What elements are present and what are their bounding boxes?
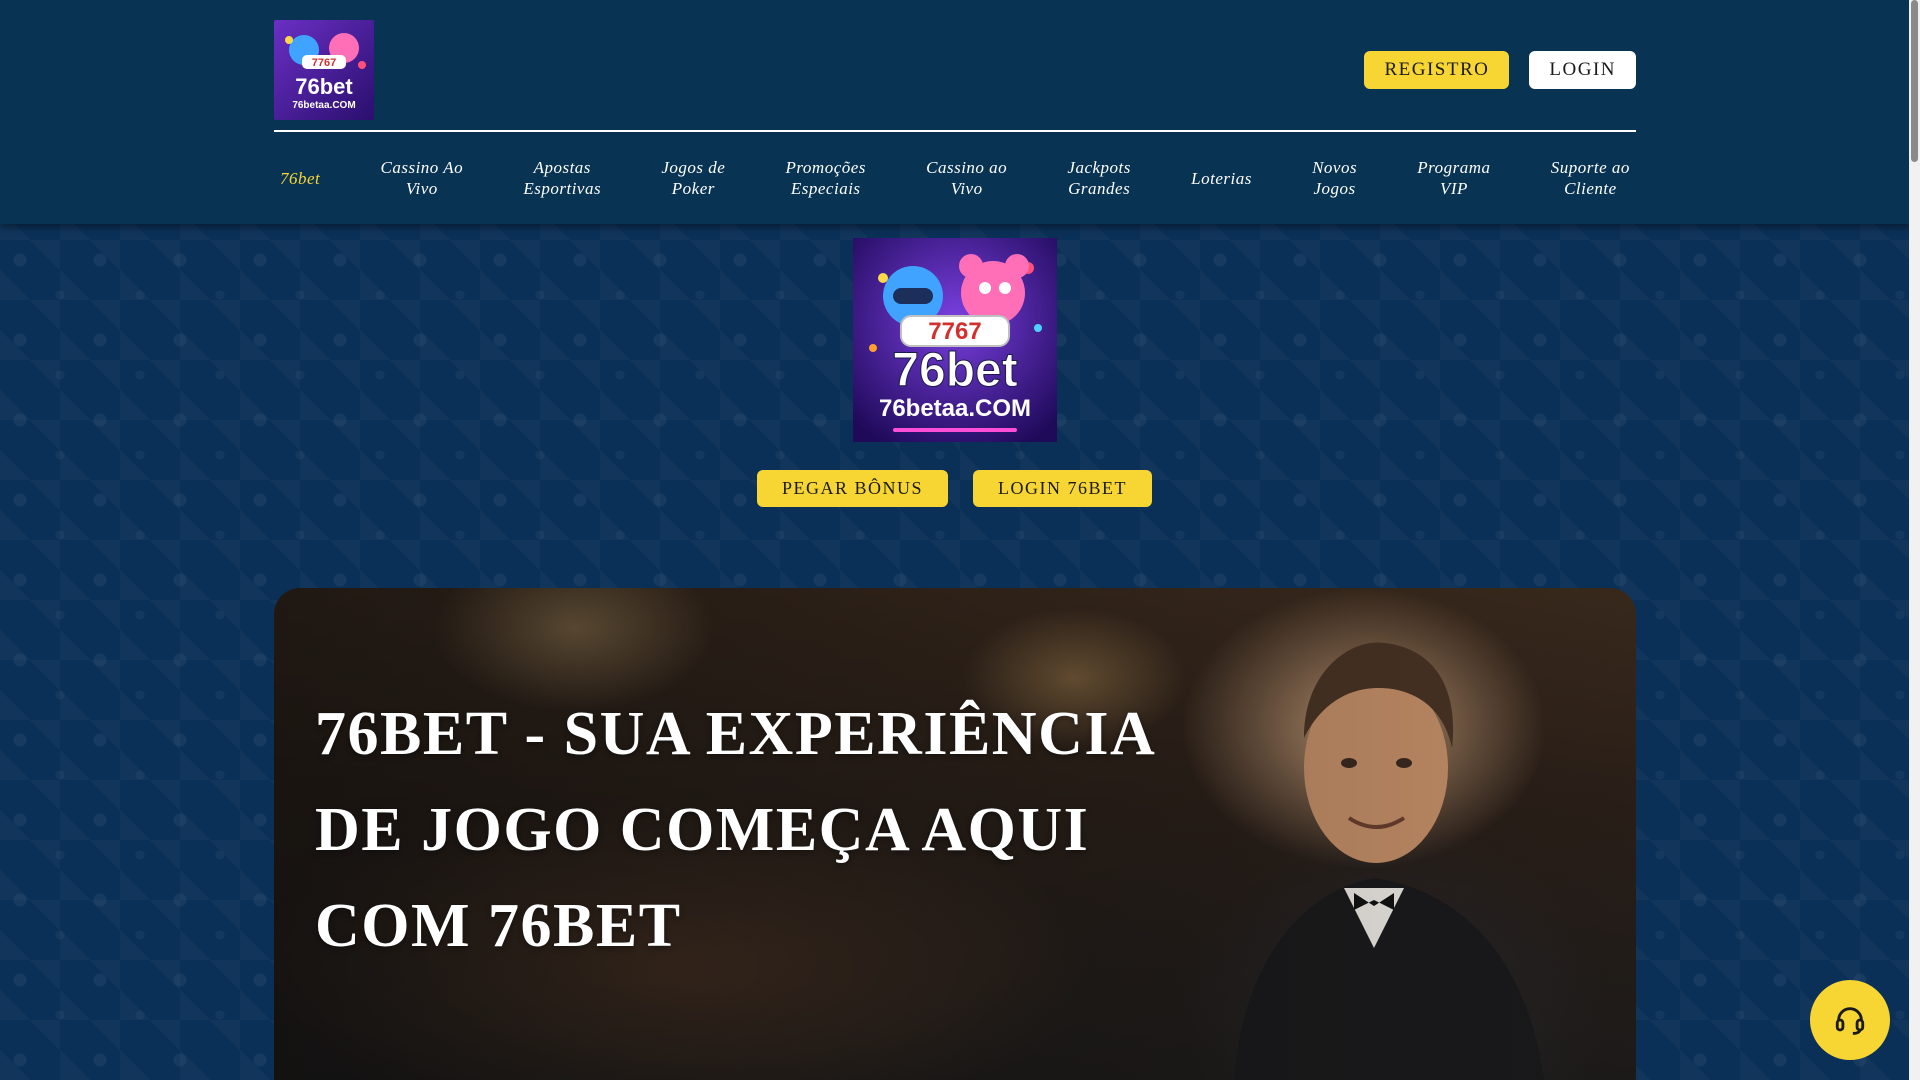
nav-item-cassino-ao-vivo-2[interactable]: Cassino ao Vivo xyxy=(920,157,1013,199)
auth-buttons: REGISTRO LOGIN xyxy=(1364,51,1636,89)
nav-item-promocoes-especiais[interactable]: Promoções Especiais xyxy=(780,157,872,199)
nav-item-76bet[interactable]: 76bet xyxy=(274,168,326,189)
login-76bet-button[interactable]: LOGIN 76BET xyxy=(973,470,1153,507)
svg-text:7767: 7767 xyxy=(928,318,981,345)
nav-item-novos-jogos[interactable]: Novos Jogos xyxy=(1306,157,1363,199)
svg-text:76bet: 76bet xyxy=(892,344,1017,397)
nav-item-loterias[interactable]: Loterias xyxy=(1185,168,1258,189)
header-inner: 7767 76bet 76betaa.COM REGISTRO LOGIN 76… xyxy=(274,0,1636,224)
hero-logo: 7767 76bet 76betaa.COM xyxy=(853,238,1057,442)
svg-text:76bet: 76bet xyxy=(295,74,353,99)
hero-buttons: PEGAR BÔNUS LOGIN 76BET xyxy=(757,470,1153,507)
page-scrollbar[interactable] xyxy=(1909,0,1920,1080)
nav-item-programa-vip[interactable]: Programa VIP xyxy=(1411,157,1496,199)
banner-title: 76BET - SUA EXPERIÊNCIA DE JOGO COMEÇA A… xyxy=(315,700,1153,960)
support-chat-button[interactable] xyxy=(1810,980,1890,1060)
nav-item-jackpots-grandes[interactable]: Jackpots Grandes xyxy=(1061,157,1136,199)
nav-item-jogos-de-poker[interactable]: Jogos de Poker xyxy=(655,157,731,199)
svg-text:76betaa.COM: 76betaa.COM xyxy=(292,100,355,111)
nav-item-apostas-esportivas[interactable]: Apostas Esportivas xyxy=(517,157,607,199)
get-bonus-button[interactable]: PEGAR BÔNUS xyxy=(757,470,949,507)
headset-icon xyxy=(1835,1007,1865,1035)
register-button[interactable]: REGISTRO xyxy=(1364,51,1510,89)
site-header: 7767 76bet 76betaa.COM REGISTRO LOGIN 76… xyxy=(0,0,1909,224)
main-nav: 76bet Cassino Ao Vivo Apostas Esportivas… xyxy=(274,132,1636,224)
login-button[interactable]: LOGIN xyxy=(1529,51,1636,89)
svg-text:76betaa.COM: 76betaa.COM xyxy=(879,395,1031,422)
logo-graphic: 7767 76bet 76betaa.COM xyxy=(274,20,374,120)
hero-banner: 76BET - SUA EXPERIÊNCIA DE JOGO COMEÇA A… xyxy=(274,588,1636,1080)
site-logo[interactable]: 7767 76bet 76betaa.COM xyxy=(274,20,374,120)
scrollbar-thumb[interactable] xyxy=(1911,0,1918,162)
hero-logo-graphic: 7767 76bet 76betaa.COM xyxy=(853,238,1057,442)
svg-text:7767: 7767 xyxy=(312,57,336,69)
nav-item-suporte-ao-cliente[interactable]: Suporte ao Cliente xyxy=(1545,157,1636,199)
nav-item-cassino-ao-vivo[interactable]: Cassino Ao Vivo xyxy=(375,157,470,199)
